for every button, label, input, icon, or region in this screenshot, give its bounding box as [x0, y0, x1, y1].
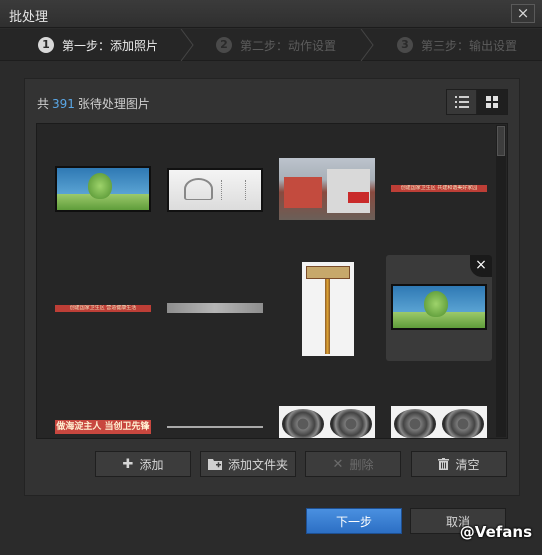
- selected-thumbnail-tile[interactable]: ×: [386, 255, 492, 361]
- thumbnail[interactable]: [279, 406, 375, 438]
- count-suffix: 张待处理图片: [77, 97, 150, 111]
- thumbnail-building: [327, 169, 371, 213]
- thumbnail[interactable]: 做海淀主人 当创卫先锋: [55, 420, 151, 434]
- grid-icon: [486, 96, 498, 108]
- thumbnail[interactable]: [167, 303, 263, 313]
- step-2-number: 2: [216, 37, 232, 53]
- plus-icon: ✚: [122, 456, 134, 472]
- thumbnail[interactable]: 创建国家卫生区 共建和谐美好家园: [391, 185, 487, 192]
- thumbnail[interactable]: [279, 158, 375, 220]
- step-3-label: 第三步：输出设置: [421, 38, 518, 53]
- close-button[interactable]: ×: [511, 4, 535, 23]
- thumbnail-banner-text: 创建国家卫生区 共建和谐美好家园: [400, 185, 478, 191]
- thumbnail-text-graphic: [220, 180, 247, 201]
- thumbnail[interactable]: [391, 406, 487, 438]
- vertical-scrollbar[interactable]: [496, 125, 506, 437]
- add-folder-button[interactable]: 添加文件夹: [200, 451, 296, 477]
- close-icon: ×: [475, 257, 487, 273]
- count-number: 391: [52, 97, 75, 111]
- close-icon: ×: [516, 4, 530, 22]
- delete-button-label: 删除: [349, 457, 374, 472]
- thumbnail-tree: [424, 291, 449, 318]
- thumbnail[interactable]: [167, 426, 263, 428]
- chevron-right-icon: [360, 29, 374, 61]
- photo-count: 共 391 张待处理图片: [37, 95, 150, 112]
- step-2-label: 第二步：动作设置: [240, 38, 337, 53]
- action-bar: ✚ 添加 添加文件夹 ✕ 删除 清空: [95, 451, 507, 477]
- next-step-label: 下一步: [335, 514, 372, 529]
- add-folder-button-label: 添加文件夹: [227, 457, 288, 472]
- trash-icon: [438, 458, 450, 470]
- scrollbar-thumb[interactable]: [497, 126, 505, 156]
- watermark: @Vefans: [459, 523, 532, 541]
- thumbnail-sign-board: [306, 265, 350, 279]
- thumbnail-grid[interactable]: 创建国家卫生区 共建和谐美好家园 创建国家卫生区 营造健康生活 × 做海淀主人 …: [36, 123, 508, 439]
- window-title: 批处理: [9, 10, 49, 25]
- thumbnail[interactable]: [391, 284, 487, 330]
- folder-plus-icon: [207, 459, 222, 470]
- photo-panel: 共 391 张待处理图片 创建国家卫生区 共建和谐美好家园 创建国家卫生区 营造…: [24, 78, 520, 496]
- thumbnail-tree: [88, 173, 113, 200]
- add-button-label: 添加: [139, 457, 164, 472]
- grid-view-button[interactable]: [477, 90, 507, 114]
- view-toggle: [446, 89, 508, 115]
- clear-button-label: 清空: [455, 457, 480, 472]
- step-1-number: 1: [38, 37, 54, 53]
- next-step-button[interactable]: 下一步: [306, 508, 402, 534]
- count-prefix: 共: [37, 97, 50, 111]
- thumbnail[interactable]: 创建国家卫生区 营造健康生活: [55, 305, 151, 312]
- thumbnail-wheel: [441, 408, 485, 438]
- title-bar: 批处理 ×: [0, 0, 542, 28]
- thumbnail[interactable]: [167, 168, 263, 212]
- thumbnail[interactable]: [302, 262, 354, 356]
- delete-button[interactable]: ✕ 删除: [305, 451, 401, 477]
- thumbnail-fan-graphic: [183, 178, 214, 201]
- thumbnail-sign: [348, 192, 370, 204]
- step-1-label: 第一步：添加照片: [62, 38, 159, 53]
- list-icon: [454, 96, 469, 108]
- thumbnail[interactable]: [55, 166, 151, 212]
- step-2: 2 第二步：动作设置: [216, 29, 336, 61]
- thumbnail-building: [283, 176, 323, 208]
- clear-button[interactable]: 清空: [411, 451, 507, 477]
- thumbnail-banner-text: 创建国家卫生区 营造健康生活: [69, 305, 137, 311]
- x-icon: ✕: [332, 456, 344, 472]
- step-1: 1 第一步：添加照片: [38, 29, 158, 61]
- thumbnail-wheel: [281, 408, 325, 438]
- step-3: 3 第三步：输出设置: [397, 29, 517, 61]
- thumbnail-wheel: [329, 408, 373, 438]
- steps-bar: 1 第一步：添加照片 2 第二步：动作设置 3 第三步：输出设置: [0, 29, 542, 61]
- step-3-number: 3: [397, 37, 413, 53]
- add-button[interactable]: ✚ 添加: [95, 451, 191, 477]
- chevron-right-icon: [180, 29, 194, 61]
- thumbnail-banner-text: 做海淀主人 当创卫先锋: [56, 422, 150, 432]
- thumbnail-sign-pole: [324, 278, 331, 355]
- remove-thumbnail-button[interactable]: ×: [470, 255, 492, 277]
- thumbnail-wheel: [393, 408, 437, 438]
- list-view-button[interactable]: [447, 90, 478, 114]
